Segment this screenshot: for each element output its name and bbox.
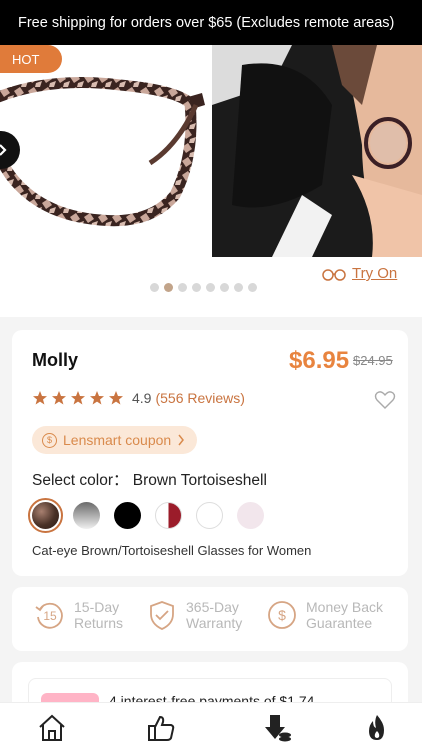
product-price: $6.95	[289, 347, 350, 374]
color-swatch-red-white[interactable]	[155, 502, 182, 529]
hot-icon[interactable]	[362, 713, 392, 743]
guarantee-warranty[interactable]: 365-Day Warranty	[146, 599, 242, 631]
color-swatch-black[interactable]	[114, 502, 141, 529]
hot-badge: HOT	[0, 45, 62, 73]
product-gallery[interactable]: HOT Try On	[0, 45, 422, 317]
glasses-icon	[322, 268, 346, 281]
money-back-icon: $	[268, 601, 296, 629]
try-on-label: Try On	[352, 265, 398, 282]
color-swatches	[28, 498, 264, 533]
product-info-card: Molly $6.95 $24.95 4.9 (556 Reviews) $ L…	[12, 330, 408, 576]
chevron-right-icon	[178, 434, 185, 446]
coupon-icon: $	[42, 432, 57, 448]
pagination-dot[interactable]	[220, 283, 229, 292]
original-price: $24.95	[353, 353, 393, 368]
pagination-dot[interactable]	[178, 283, 187, 292]
shield-check-icon	[150, 601, 174, 630]
deals-icon[interactable]	[262, 713, 292, 743]
star-icon	[109, 391, 123, 405]
bottom-navigation	[0, 702, 422, 750]
coupon-button[interactable]: $ Lensmart coupon	[32, 426, 198, 454]
selected-color-name: Brown Tortoiseshell	[132, 472, 267, 489]
rating-value: 4.9	[132, 390, 152, 406]
star-icon	[90, 391, 104, 405]
star-icon	[52, 391, 66, 405]
rating-stars	[32, 390, 124, 406]
guarantee-returns-line1: 15-Day	[74, 599, 120, 615]
home-icon[interactable]	[37, 713, 67, 743]
guarantees-card: 15 15-Day Returns 365-Day Warranty $ Mon…	[12, 587, 408, 651]
rating-row[interactable]: 4.9 (556 Reviews)	[32, 390, 245, 406]
pagination-dot[interactable]	[164, 283, 173, 292]
product-description: Cat-eye Brown/Tortoiseshell Glasses for …	[32, 543, 312, 558]
pagination-dot[interactable]	[150, 283, 159, 292]
guarantee-money-back-line2: Guarantee	[306, 615, 373, 631]
guarantee-warranty-line1: 365-Day	[186, 599, 239, 615]
15-day-returns-icon: 15	[35, 602, 63, 629]
shipping-banner: Free shipping for orders over $65 (Exclu…	[0, 0, 422, 45]
guarantee-returns[interactable]: 15 15-Day Returns	[34, 599, 123, 631]
pagination-dot[interactable]	[234, 283, 243, 292]
reviews-link[interactable]: (556 Reviews)	[155, 390, 244, 406]
guarantee-money-back-line1: Money Back	[306, 599, 384, 615]
pagination-dot[interactable]	[192, 283, 201, 292]
select-color-label: Select color：	[32, 472, 129, 489]
chevron-right-icon	[0, 144, 7, 156]
guarantee-money-back[interactable]: $ Money Back Guarantee	[266, 599, 383, 631]
model-try-on-image[interactable]	[212, 45, 422, 257]
guarantee-returns-line2: Returns	[74, 615, 124, 631]
star-icon	[33, 391, 47, 405]
star-icon	[71, 391, 85, 405]
product-name: Molly	[32, 350, 79, 370]
svg-text:$: $	[278, 607, 286, 623]
select-color-row: Select color： Brown Tortoiseshell	[32, 468, 267, 490]
color-swatch-brown-tortoiseshell[interactable]	[28, 498, 63, 533]
pagination-dot[interactable]	[206, 283, 215, 292]
color-swatch-gray-gradient[interactable]	[73, 502, 100, 529]
pagination-dot[interactable]	[248, 283, 257, 292]
try-on-button[interactable]: Try On	[322, 265, 397, 282]
color-swatch-clear[interactable]	[196, 502, 223, 529]
heart-icon[interactable]	[374, 390, 396, 410]
guarantee-warranty-line2: Warranty	[186, 615, 243, 631]
product-image[interactable]	[0, 45, 211, 257]
color-swatch-pink[interactable]	[237, 502, 264, 529]
svg-text:15: 15	[43, 609, 57, 623]
shipping-banner-text: Free shipping for orders over $65 (Exclu…	[18, 14, 395, 31]
coupon-label: Lensmart coupon	[63, 432, 172, 448]
gallery-pagination[interactable]	[150, 283, 257, 292]
thumbs-up-icon[interactable]	[146, 713, 176, 743]
